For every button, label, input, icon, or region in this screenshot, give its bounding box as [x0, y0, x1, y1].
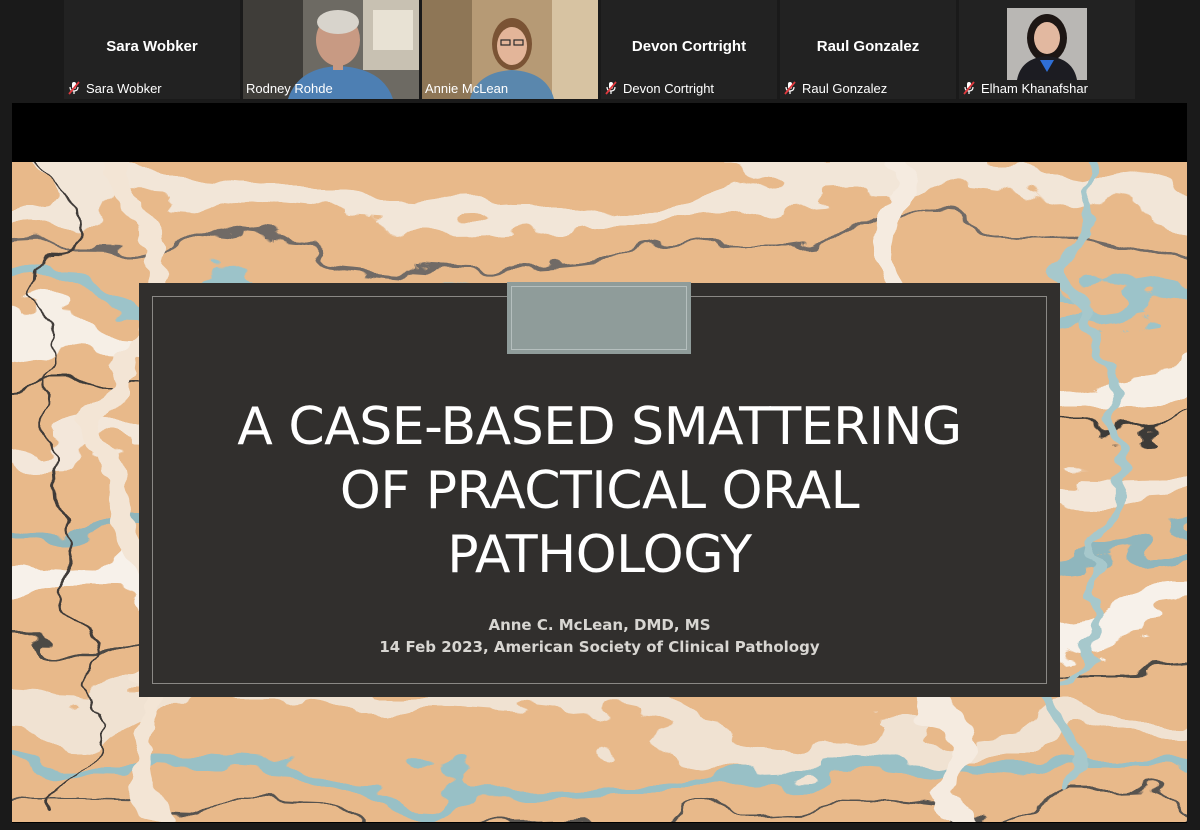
- presentation-slide: A CASE-BASED SMATTERING OF PRACTICAL ORA…: [12, 162, 1187, 822]
- participant-display-name: Sara Wobker: [106, 38, 198, 55]
- slide-title: A CASE-BASED SMATTERING OF PRACTICAL ORA…: [169, 395, 1030, 587]
- participant-tile-elham-khanafshar[interactable]: Elham Khanafshar: [959, 0, 1135, 99]
- participant-tile-raul-gonzalez[interactable]: Raul Gonzalez Raul Gonzalez: [780, 0, 956, 99]
- participant-footer: Sara Wobker: [67, 79, 162, 97]
- participant-name-label: Raul Gonzalez: [802, 80, 888, 96]
- participant-name-label: Devon Cortright: [623, 80, 715, 96]
- participant-name-label: Annie McLean: [425, 80, 509, 96]
- participant-tile-rodney-rohde[interactable]: Rodney Rohde: [243, 0, 419, 99]
- participant-footer: Annie McLean: [425, 79, 508, 97]
- participant-tile-devon-cortright[interactable]: Devon Cortright Devon Cortright: [601, 0, 777, 99]
- muted-mic-icon: [963, 81, 975, 95]
- participant-display-name: Devon Cortright: [631, 38, 747, 55]
- muted-mic-icon: [68, 81, 80, 95]
- participant-footer: Devon Cortright: [604, 79, 714, 97]
- participant-display-name: Raul Gonzalez: [816, 38, 920, 55]
- slide-title-line: PATHOLOGY: [447, 525, 752, 585]
- title-panel: A CASE-BASED SMATTERING OF PRACTICAL ORA…: [139, 282, 1060, 697]
- participant-tile-annie-mclean[interactable]: Annie McLean: [422, 0, 598, 99]
- slide-title-line: OF PRACTICAL ORAL: [339, 461, 860, 521]
- title-accent-block: [507, 282, 691, 354]
- participant-name-label: Rodney Rohde: [246, 80, 333, 96]
- participant-name-label: Elham Khanafshar: [981, 80, 1088, 96]
- muted-mic-icon: [605, 81, 617, 95]
- participant-footer: Rodney Rohde: [246, 79, 333, 97]
- participant-name-label: Sara Wobker: [86, 80, 162, 96]
- slide-event: 14 Feb 2023, American Society of Clinica…: [379, 638, 820, 656]
- slide-author: Anne C. McLean, DMD, MS: [488, 616, 711, 634]
- participant-profile-photo: [1007, 8, 1087, 80]
- participant-tile-sara-wobker[interactable]: Sara Wobker Sara Wobker: [64, 0, 240, 99]
- participant-strip: Sara Wobker Sara Wobker Rodney Rohde Ann…: [0, 0, 1200, 100]
- slide-title-line: A CASE-BASED SMATTERING: [237, 397, 962, 457]
- participant-footer: Elham Khanafshar: [962, 79, 1088, 97]
- participant-footer: Raul Gonzalez: [783, 79, 887, 97]
- muted-mic-icon: [784, 81, 796, 95]
